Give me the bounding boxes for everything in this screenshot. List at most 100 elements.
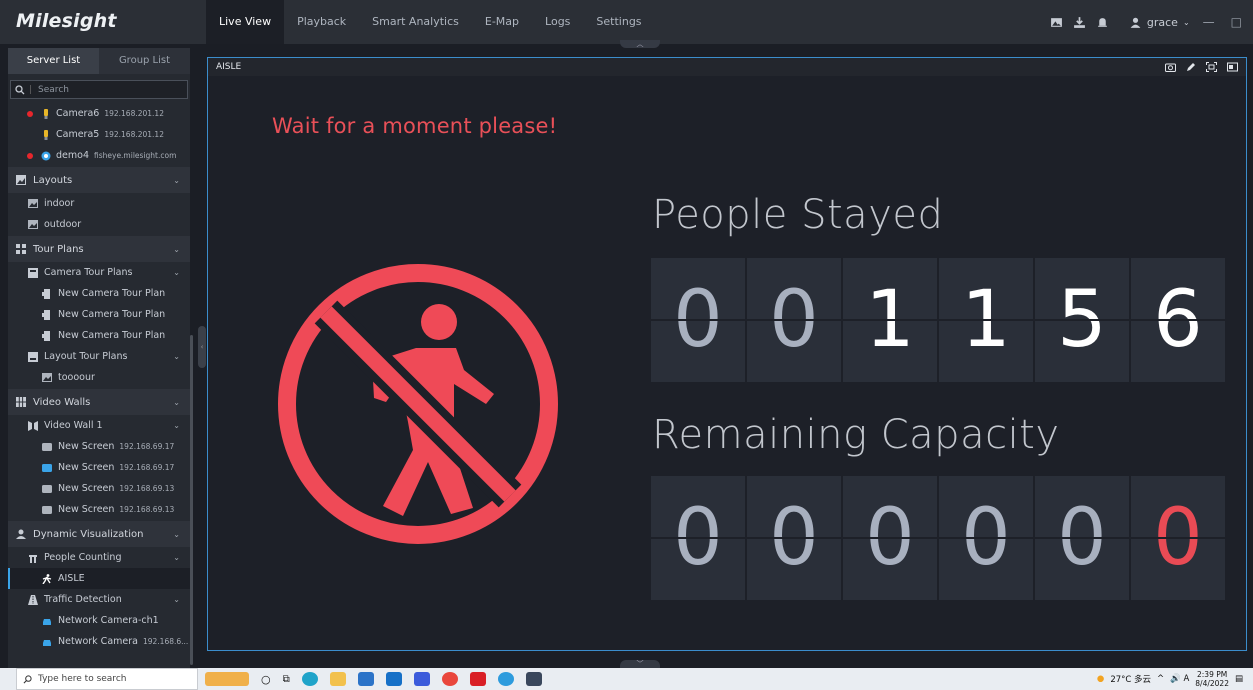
section-tour-plans[interactable]: Tour Plans ⌄: [8, 236, 190, 262]
notification-icon[interactable]: ▤: [1235, 674, 1243, 684]
sidebar: Server List Group List | Search Camera6 …: [8, 48, 190, 668]
camera-name: Network Camera-ch1: [58, 615, 159, 626]
nav-settings[interactable]: Settings: [583, 0, 654, 44]
subsection-people-counting[interactable]: People Counting ⌄: [8, 547, 190, 568]
download-icon[interactable]: [1073, 16, 1086, 29]
subsection-label: Video Wall 1: [44, 420, 103, 431]
sidebar-collapse-handle[interactable]: ‹: [198, 326, 206, 368]
section-video-walls[interactable]: Video Walls ⌄: [8, 389, 190, 415]
expand-bottom-button[interactable]: ﹀: [620, 660, 660, 668]
wps-icon[interactable]: [469, 672, 486, 686]
clock-time: 2:39 PM: [1197, 670, 1228, 679]
main-nav: Live View Playback Smart Analytics E-Map…: [206, 0, 655, 44]
counter-digit: 6: [1131, 258, 1225, 382]
walking-person-icon: [42, 573, 52, 584]
clock[interactable]: 2:39 PM 8/4/2022: [1195, 670, 1229, 688]
news-widget-icon[interactable]: [205, 672, 249, 686]
bell-icon[interactable]: [1096, 16, 1109, 29]
subsection-layout-tour-plans[interactable]: Layout Tour Plans ⌄: [8, 346, 190, 367]
nav-logs[interactable]: Logs: [532, 0, 583, 44]
subsection-label: Traffic Detection: [44, 594, 122, 605]
video-wall-item-icon: [28, 420, 38, 431]
search-icon: [15, 84, 25, 94]
tab-server-list[interactable]: Server List: [8, 48, 99, 74]
layout-icon: [28, 198, 38, 208]
panel-tools: [1165, 62, 1238, 72]
tour-plan-item[interactable]: New Camera Tour Plan: [8, 304, 190, 325]
zoom-icon[interactable]: [413, 672, 430, 686]
username: grace: [1146, 15, 1178, 29]
screen-item[interactable]: New Screen 192.168.69.13: [8, 499, 190, 520]
traffic-camera-item[interactable]: Network Camera-ch1: [8, 610, 190, 631]
nav-smart-analytics[interactable]: Smart Analytics: [359, 0, 472, 44]
sidebar-scrollbar[interactable]: [190, 335, 193, 665]
panel-header: AISLE: [208, 58, 1246, 76]
top-right-tools: grace ⌄ — □: [1050, 0, 1245, 44]
minimize-button[interactable]: —: [1200, 15, 1218, 29]
tab-group-list[interactable]: Group List: [99, 48, 190, 74]
layout-icon: [42, 372, 52, 382]
tour-plan-item[interactable]: New Camera Tour Plan: [8, 283, 190, 304]
file-explorer-icon[interactable]: [329, 672, 346, 686]
tour-plan-icon: [16, 244, 26, 254]
subsection-camera-tour-plans[interactable]: Camera Tour Plans ⌄: [8, 262, 190, 283]
collapse-toolbar-button[interactable]: ︿: [620, 40, 660, 48]
image-icon[interactable]: [1050, 16, 1063, 29]
task-view-icon[interactable]: ⧉: [283, 674, 290, 685]
browser-icon[interactable]: [497, 672, 514, 686]
search-input[interactable]: | Search: [10, 80, 188, 99]
snapshot-icon[interactable]: [1165, 62, 1176, 72]
counter-digit: 0: [747, 258, 841, 382]
store-icon[interactable]: [357, 672, 374, 686]
subsection-video-wall-1[interactable]: Video Wall 1 ⌄: [8, 415, 190, 436]
counter-digit: 0: [651, 476, 745, 600]
aisle-name: AISLE: [58, 573, 85, 584]
offline-dot-icon: [27, 110, 33, 117]
tour-plan-item[interactable]: toooour: [8, 367, 190, 388]
maximize-button[interactable]: □: [1228, 15, 1245, 29]
screen-name: New Screen: [58, 483, 115, 494]
tour-plan-item[interactable]: New Camera Tour Plan: [8, 325, 190, 346]
layout-name: outdoor: [44, 219, 82, 230]
aisle-item[interactable]: AISLE: [8, 568, 190, 589]
tray-icons[interactable]: 🔊 A: [1170, 674, 1189, 684]
nav-emap[interactable]: E-Map: [472, 0, 532, 44]
layout-item[interactable]: outdoor: [8, 214, 190, 235]
mail-icon[interactable]: [385, 672, 402, 686]
layout-icon: [28, 219, 38, 229]
window-icon[interactable]: [1227, 62, 1238, 72]
nav-live-view[interactable]: Live View: [206, 0, 285, 44]
no-entry-person-icon: [278, 264, 558, 544]
section-layouts[interactable]: Layouts ⌄: [8, 167, 190, 193]
fullscreen-icon[interactable]: [1206, 62, 1217, 72]
taskbar-search-placeholder: Type here to search: [38, 674, 127, 684]
layout-item[interactable]: indoor: [8, 193, 190, 214]
device-item[interactable]: Camera6 192.168.201.12: [8, 103, 190, 124]
cortana-icon[interactable]: ○: [261, 673, 271, 686]
tour-plan-item-icon: [42, 309, 50, 320]
weather-text[interactable]: 27°C 多云: [1110, 673, 1151, 685]
milesight-app-icon[interactable]: [525, 672, 542, 686]
device-ip: 192.168.201.12: [104, 130, 164, 139]
screen-item[interactable]: New Screen 192.168.69.17: [8, 457, 190, 478]
windows-taskbar: Type here to search ○ ⧉ ● 27°C 多云 ^ 🔊 A …: [0, 668, 1253, 690]
device-item[interactable]: demo4 fisheye.milesight.com: [8, 145, 190, 166]
counter-digit: 1: [939, 258, 1033, 382]
taskbar-search-input[interactable]: Type here to search: [16, 668, 198, 690]
device-item[interactable]: Camera5 192.168.201.12: [8, 124, 190, 145]
chrome-icon[interactable]: [441, 672, 458, 686]
user-menu[interactable]: grace ⌄: [1129, 16, 1190, 29]
chevron-up-icon[interactable]: ^: [1157, 674, 1164, 684]
traffic-camera-item[interactable]: Network Camera 192.168.6...: [8, 631, 190, 652]
section-dynamic-visualization[interactable]: Dynamic Visualization ⌄: [8, 521, 190, 547]
screen-item[interactable]: New Screen 192.168.69.13: [8, 478, 190, 499]
app-window: Milesight Live View Playback Smart Analy…: [0, 0, 1253, 690]
subsection-label: Layout Tour Plans: [44, 351, 128, 362]
screen-item[interactable]: New Screen 192.168.69.17: [8, 436, 190, 457]
nav-playback[interactable]: Playback: [284, 0, 359, 44]
pencil-icon[interactable]: [1186, 62, 1196, 72]
tour-plan-name: New Camera Tour Plan: [58, 330, 166, 341]
subsection-traffic-detection[interactable]: Traffic Detection ⌄: [8, 589, 190, 610]
tour-plan-item-icon: [42, 330, 50, 341]
edge-icon[interactable]: [301, 672, 318, 686]
